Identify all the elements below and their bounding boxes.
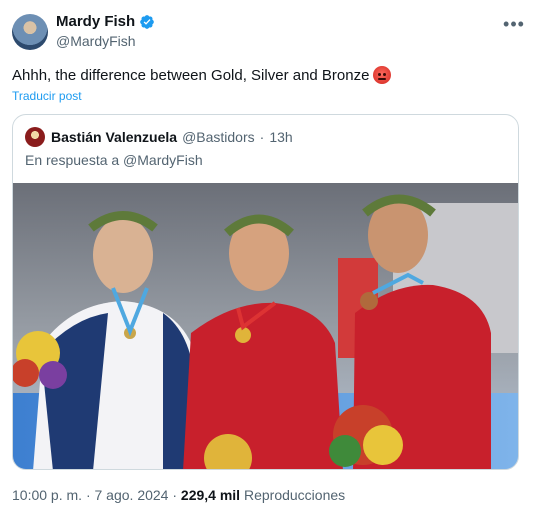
more-options-icon[interactable]: ••• (502, 12, 526, 36)
views-label: Reproducciones (243, 487, 346, 503)
tweet-meta: 10:00 p. m. · 7 ago. 2024 · 229,4 mil Re… (12, 487, 345, 503)
quoted-timestamp[interactable]: 13h (269, 129, 292, 145)
author-name[interactable]: Mardy Fish (56, 13, 135, 30)
tweet-time[interactable]: 10:00 p. m. (12, 487, 82, 503)
medal-podium-photo[interactable] (13, 183, 519, 470)
quoted-author-handle[interactable]: @Bastidors (182, 129, 255, 145)
author-avatar[interactable] (12, 14, 48, 50)
meta-separator: · (172, 487, 178, 503)
meta-separator: · (85, 487, 91, 503)
tweet-text: Ahhh, the difference between Gold, Silve… (12, 66, 370, 84)
author-name-row[interactable]: Mardy Fish (56, 13, 155, 30)
tweet-text-row: Ahhh, the difference between Gold, Silve… (12, 66, 392, 84)
quoted-tweet-card[interactable]: Bastián Valenzuela @Bastidors · 13h En r… (12, 114, 519, 470)
angry-face-icon (373, 66, 392, 84)
quoted-author-avatar[interactable] (25, 127, 45, 147)
reply-context: En respuesta a @MardyFish (25, 152, 203, 168)
quoted-header: Bastián Valenzuela @Bastidors · 13h (51, 129, 293, 145)
quoted-author-name[interactable]: Bastián Valenzuela (51, 129, 177, 145)
views-count: 229,4 mil (180, 487, 241, 503)
separator-dot: · (259, 129, 265, 145)
author-handle[interactable]: @MardyFish (56, 33, 136, 49)
translate-post-link[interactable]: Traducir post (12, 89, 82, 103)
tweet-date[interactable]: 7 ago. 2024 (95, 487, 169, 503)
verified-badge-icon (140, 14, 155, 29)
